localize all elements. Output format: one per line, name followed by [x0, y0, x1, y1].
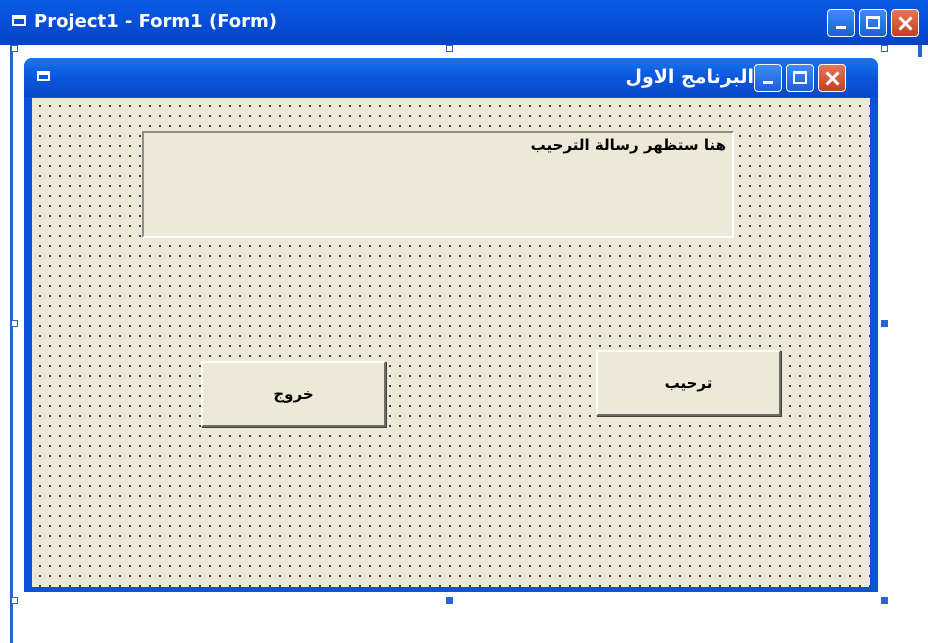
form-maximize-button[interactable]	[786, 64, 814, 92]
designer-frame-right	[918, 45, 922, 57]
exit-button[interactable]: خروج	[201, 361, 386, 427]
welcome-message-label[interactable]: هنا ستظهر رسالة الترحيب	[142, 131, 734, 238]
form-icon	[37, 71, 50, 81]
resize-handle-left[interactable]	[11, 320, 18, 327]
resize-handle-top-left[interactable]	[11, 45, 18, 52]
resize-handle-right[interactable]	[881, 320, 888, 327]
welcome-message-text: هنا ستظهر رسالة الترحيب	[530, 136, 726, 154]
designer-minimize-button[interactable]	[827, 9, 855, 37]
resize-handle-bottom[interactable]	[446, 597, 453, 604]
form-window-icon	[12, 15, 26, 26]
resize-handle-top[interactable]	[446, 45, 453, 52]
designer-title-bar[interactable]: Project1 - Form1 (Form)	[0, 0, 928, 45]
maximize-icon	[793, 71, 807, 84]
form-minimize-button[interactable]	[754, 64, 782, 92]
form-window[interactable]: البرنامج الاول هنا ستظهر رسالة الترحيب خ…	[24, 58, 878, 592]
close-icon	[892, 10, 918, 36]
minimize-icon	[836, 26, 846, 29]
maximize-icon	[866, 16, 880, 29]
form-title-bar[interactable]: البرنامج الاول	[24, 58, 878, 97]
designer-frame-left	[10, 45, 13, 643]
resize-handle-bottom-left[interactable]	[11, 597, 18, 604]
form-close-button[interactable]	[818, 64, 846, 92]
form-caption: البرنامج الاول	[625, 66, 754, 88]
close-icon	[819, 65, 845, 91]
designer-title: Project1 - Form1 (Form)	[34, 11, 277, 32]
designer-close-button[interactable]	[891, 9, 919, 37]
designer-maximize-button[interactable]	[859, 9, 887, 37]
resize-handle-bottom-right[interactable]	[881, 597, 888, 604]
resize-handle-top-right[interactable]	[881, 45, 888, 52]
form-design-grid[interactable]: هنا ستظهر رسالة الترحيب خروج ترحيب	[32, 98, 870, 587]
welcome-button[interactable]: ترحيب	[596, 350, 781, 416]
minimize-icon	[763, 81, 773, 84]
